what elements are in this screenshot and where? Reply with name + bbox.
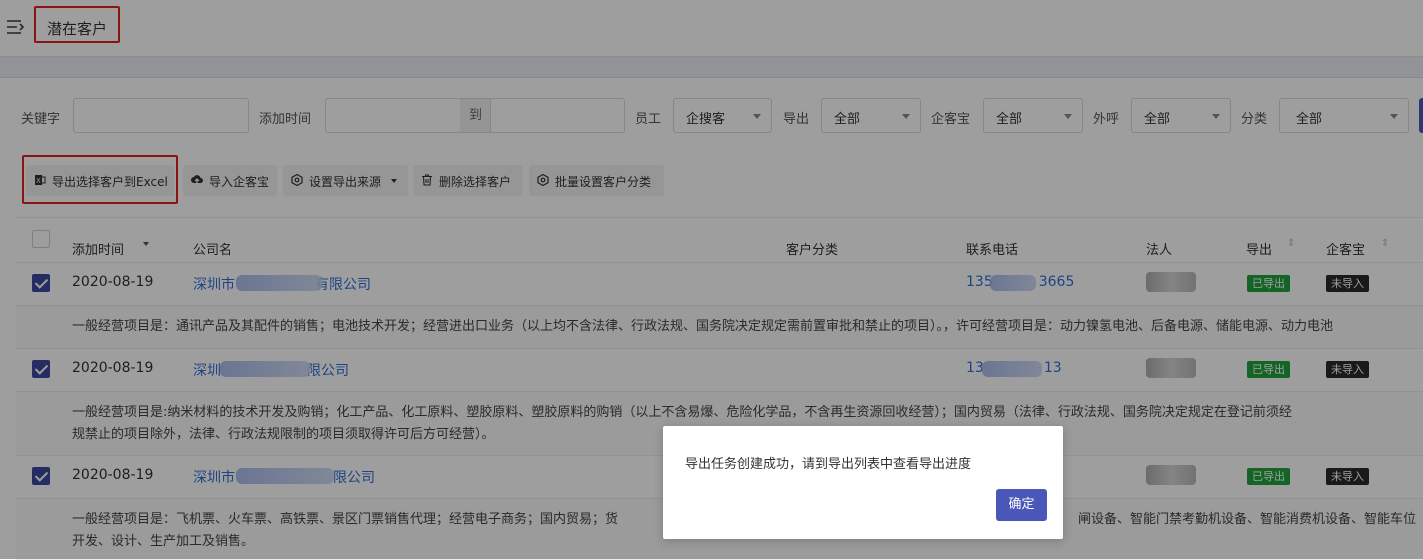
dialog-message: 导出任务创建成功，请到导出列表中查看导出进度 <box>685 457 972 472</box>
export-success-dialog: 导出任务创建成功，请到导出列表中查看导出进度 确定 <box>663 426 1063 539</box>
confirm-button[interactable]: 确定 <box>996 489 1047 521</box>
